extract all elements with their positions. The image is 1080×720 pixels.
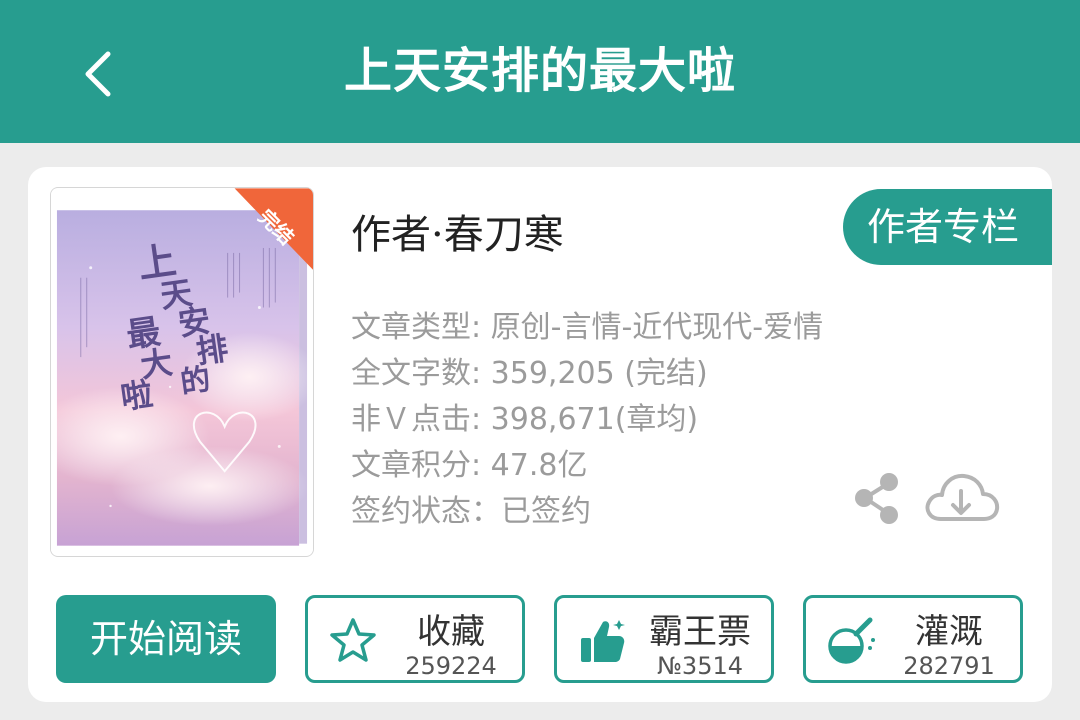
download-button[interactable] [921, 467, 1001, 531]
page-title: 上天安排的最大啦 [343, 43, 736, 99]
top-app-bar: 上天安排的最大啦 [0, 0, 1080, 143]
svg-text:啦: 啦 [118, 376, 155, 417]
share-button[interactable] [851, 470, 903, 526]
book-info-card: 上 天 安 排 最 大 啦 的 完结 作者·春刀寒 作者专栏 文章类型: 原创-… [28, 167, 1052, 702]
cloud-download-icon [925, 473, 1000, 521]
favorite-label: 收藏 [417, 612, 485, 652]
favorite-button[interactable]: 收藏 259224 [305, 595, 525, 683]
meta-row-clicks: 非Ｖ点击: 398,671(章均) [351, 402, 699, 437]
book-cover[interactable]: 上 天 安 排 最 大 啦 的 完结 [50, 187, 314, 557]
meta-row-score: 文章积分: 47.8亿 [351, 448, 588, 483]
nutrient-label: 灌溉 [915, 612, 983, 652]
star-icon [330, 618, 376, 662]
favorite-count: 259224 [405, 652, 497, 680]
author-column-button[interactable]: 作者专栏 [843, 189, 1052, 265]
author-name: 作者·春刀寒 [351, 212, 564, 258]
share-icon [855, 473, 898, 524]
meta-row-word-count: 全文字数: 359,205 (完结) [351, 356, 708, 391]
thumbs-up-icon [581, 620, 625, 662]
meta-row-contract: 签约状态：已签约 [351, 494, 591, 529]
svg-text:的: 的 [178, 362, 212, 401]
book-meta-list: 文章类型: 原创-言情-近代现代-爱情 全文字数: 359,205 (完结) 非… [351, 305, 823, 535]
vote-label: 霸王票 [649, 612, 751, 652]
flask-icon [828, 617, 875, 664]
start-reading-button[interactable]: 开始阅读 [56, 595, 276, 683]
nutrient-count: 282791 [903, 652, 995, 680]
meta-row-type: 文章类型: 原创-言情-近代现代-爱情 [351, 310, 824, 345]
vote-button[interactable]: 霸王票 №3514 [554, 595, 774, 683]
book-cover-image: 上 天 安 排 最 大 啦 的 完结 [51, 188, 313, 556]
vote-count: №3514 [656, 652, 744, 680]
nutrient-button[interactable]: 灌溉 282791 [803, 595, 1023, 683]
